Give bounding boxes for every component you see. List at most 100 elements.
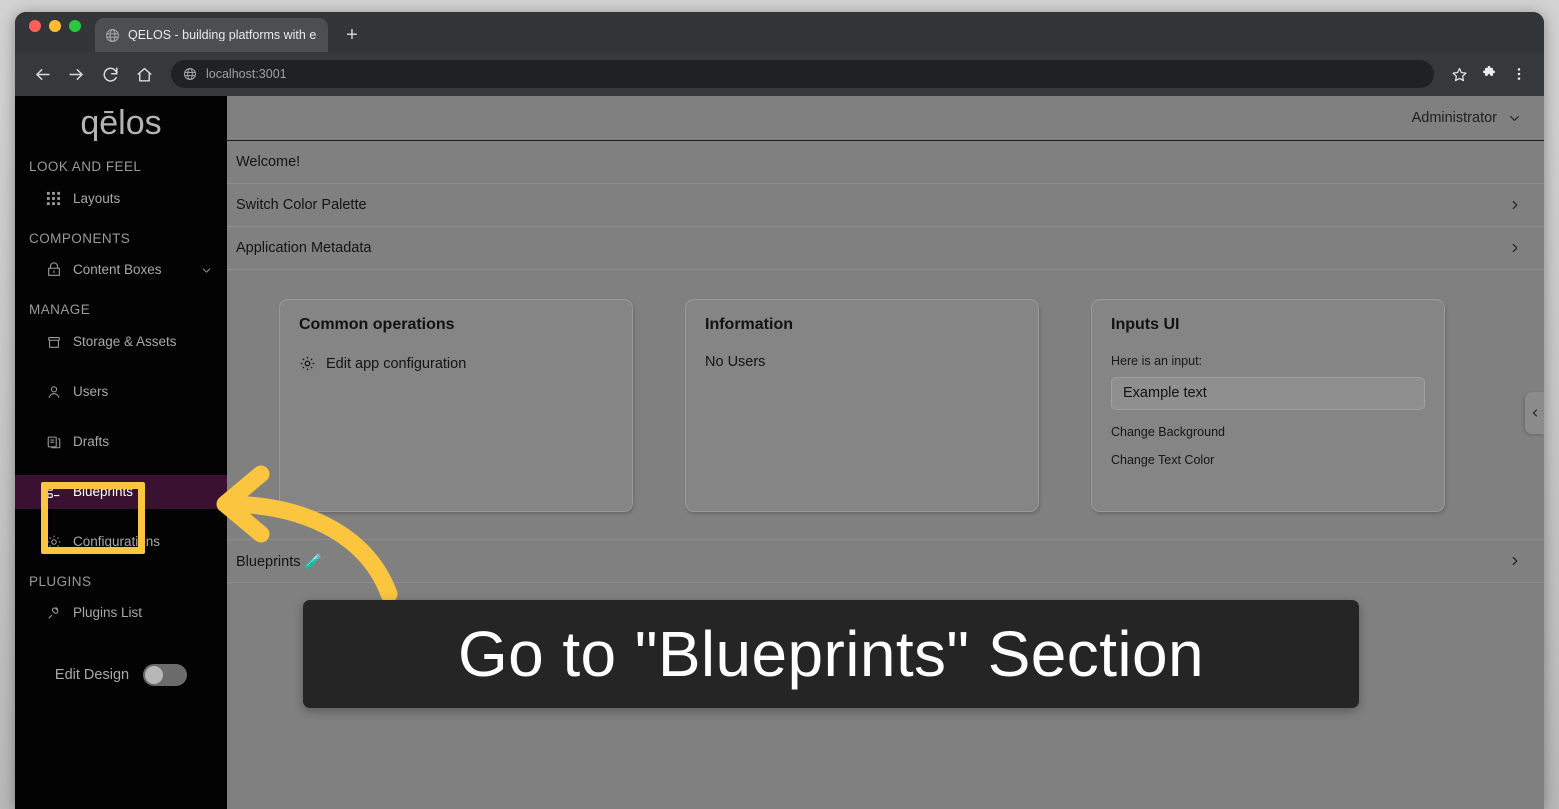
sidebar-item-label: Users (73, 383, 109, 399)
forward-button[interactable] (61, 59, 91, 89)
sidebar-item-drafts[interactable]: Drafts (15, 425, 227, 459)
sidebar-item-label: Plugins List (73, 605, 143, 621)
sidebar-item-content-boxes[interactable]: Content Boxes (15, 253, 227, 287)
reload-icon (103, 66, 118, 82)
brand-logo[interactable]: qēlos (15, 96, 227, 148)
card-title: Information (705, 316, 793, 333)
sidebar-item-label: Configurations (73, 533, 161, 549)
edit-design-label: Edit Design (54, 667, 130, 683)
app-sidebar: qēlos LOOK AND FEEL Layouts COMPONENTS C… (15, 96, 227, 809)
home-icon (136, 67, 152, 82)
gear-icon (299, 355, 316, 372)
sidebar-item-label: Storage & Assets (73, 333, 177, 349)
change-background-link[interactable]: Change Background (1111, 425, 1425, 439)
bookmark-button[interactable] (1446, 61, 1472, 87)
arrow-left-icon (35, 68, 50, 80)
section-row-label: Blueprints 🧪 (236, 553, 323, 570)
card-title: Common operations (299, 316, 455, 333)
input-field-label: Here is an input: (1111, 354, 1203, 368)
app-topbar: Administrator (227, 96, 1544, 141)
card-common-operations: Common operations Edit app configuration (279, 299, 633, 512)
edit-design-toggle[interactable] (143, 664, 188, 686)
panel-collapse-handle[interactable] (1525, 392, 1544, 434)
new-tab-button[interactable]: + (338, 21, 366, 49)
page-viewport: qēlos LOOK AND FEEL Layouts COMPONENTS C… (15, 96, 1544, 809)
sidebar-item-storage-assets[interactable]: Storage & Assets (15, 325, 227, 359)
blueprint-icon (45, 483, 62, 500)
card-link-label: Edit app configuration (326, 355, 467, 372)
svg-text:qēlos: qēlos (80, 104, 161, 142)
chevron-right-icon[interactable] (1508, 198, 1522, 212)
minimize-window-button[interactable] (49, 19, 61, 32)
toggle-knob (145, 666, 164, 684)
address-bar[interactable]: localhost:3001 (171, 60, 1434, 88)
sidebar-item-users[interactable]: Users (15, 375, 227, 409)
back-button[interactable] (27, 59, 57, 89)
sidebar-item-label: Content Boxes (73, 262, 162, 278)
app-main: Administrator Welcome! Switch Color Pale… (227, 96, 1544, 809)
edit-design-control: Edit Design (15, 664, 227, 686)
browser-tab[interactable]: QELOS - building platforms with e (95, 18, 328, 52)
chevron-right-icon[interactable] (1508, 241, 1522, 255)
plug-icon (45, 605, 62, 622)
chevron-down-icon[interactable] (1507, 111, 1522, 126)
sidebar-item-label: Drafts (73, 433, 110, 449)
sidebar-nav: LOOK AND FEEL Layouts COMPONENTS Content… (15, 160, 227, 686)
card-title: Inputs UI (1111, 316, 1180, 333)
sidebar-group-title: COMPONENTS (29, 230, 131, 246)
browser-window: QELOS - building platforms with e + loca… (15, 12, 1544, 809)
qelos-wordmark-icon: qēlos (80, 104, 161, 142)
address-bar-url: localhost:3001 (206, 66, 287, 81)
puzzle-icon (1483, 65, 1495, 76)
section-row-label: Welcome! (236, 153, 301, 170)
box-icon (45, 262, 62, 279)
chevron-left-icon (1529, 407, 1541, 419)
user-icon (45, 383, 62, 400)
window-controls (29, 12, 81, 52)
browser-tab-title: QELOS - building platforms with e (128, 28, 317, 42)
section-row-welcome[interactable]: Welcome! (227, 141, 1544, 184)
arrow-right-icon (68, 68, 83, 80)
sidebar-group-title: LOOK AND FEEL (29, 159, 142, 174)
section-row-application-metadata[interactable]: Application Metadata (227, 227, 1544, 270)
archive-icon (45, 333, 62, 350)
chevron-down-icon[interactable] (200, 264, 213, 277)
screen: QELOS - building platforms with e + loca… (0, 0, 1559, 809)
star-icon (1452, 67, 1466, 81)
close-window-button[interactable] (29, 19, 41, 32)
change-text-color-link[interactable]: Change Text Color (1111, 454, 1425, 467)
home-button[interactable] (129, 59, 159, 89)
maximize-window-button[interactable] (69, 19, 81, 32)
section-row-switch-color-palette[interactable]: Switch Color Palette (227, 184, 1544, 227)
sidebar-group-manage: MANAGE Storage & Assets Users Drafts Blu… (15, 303, 227, 559)
edit-app-configuration-link[interactable]: Edit app configuration (299, 355, 613, 372)
sidebar-item-label: Blueprints (73, 483, 134, 499)
extensions-button[interactable] (1476, 61, 1502, 87)
user-menu-label: Administrator (1411, 109, 1497, 126)
chevron-right-icon[interactable] (1508, 554, 1522, 568)
browser-menu-button[interactable] (1506, 61, 1532, 87)
sidebar-item-layouts[interactable]: Layouts (15, 182, 227, 216)
sidebar-group-title: MANAGE (29, 302, 91, 317)
section-row-label: Application Metadata (236, 239, 372, 256)
sidebar-group-plugins: PLUGINS Plugins List (15, 573, 227, 631)
grid-icon (45, 190, 62, 207)
reload-button[interactable] (95, 59, 125, 89)
globe-icon (106, 28, 119, 42)
sidebar-group-look-and-feel: LOOK AND FEEL Layouts (15, 160, 227, 216)
sidebar-group-components: COMPONENTS Content Boxes (15, 230, 227, 288)
section-row-label: Switch Color Palette (236, 196, 367, 213)
sidebar-item-label: Layouts (73, 190, 121, 206)
globe-icon (183, 67, 197, 81)
no-users-text: No Users (705, 354, 766, 370)
sidebar-item-configurations[interactable]: Configurations (15, 525, 227, 559)
card-information: Information No Users (685, 299, 1039, 512)
sidebar-item-blueprints[interactable]: Blueprints (15, 474, 227, 509)
example-text-input[interactable] (1111, 376, 1425, 410)
section-row-blueprints[interactable]: Blueprints 🧪 (227, 539, 1544, 583)
copy-icon (45, 433, 62, 450)
three-dots-icon (1517, 68, 1521, 80)
sidebar-group-title: PLUGINS (29, 573, 92, 589)
sidebar-item-plugins-list[interactable]: Plugins List (15, 596, 227, 630)
gear-icon (45, 533, 62, 550)
